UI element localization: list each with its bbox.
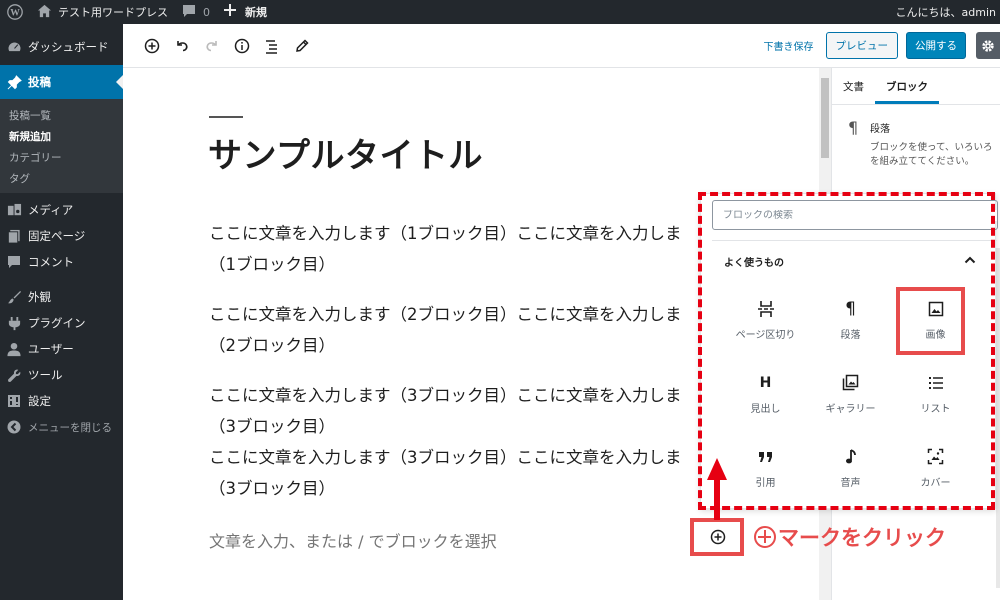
settings-icon [6, 393, 22, 409]
home-icon [37, 4, 53, 20]
menu-users-label: ユーザー [28, 342, 74, 356]
menu-posts[interactable]: 投稿 [0, 65, 123, 99]
inline-add-block-button[interactable] [708, 527, 728, 547]
menu-comments-label: コメント [28, 255, 74, 269]
block-description: ブロックを使って、いろいろ を組み立ててください。 [870, 142, 993, 167]
site-name-link[interactable]: テスト用ワードプレス [30, 0, 175, 24]
menu-media[interactable]: メディア [0, 197, 123, 223]
comments-icon [6, 254, 22, 270]
collapse-arrow-icon [6, 419, 22, 435]
wordpress-logo-icon[interactable]: W [0, 0, 30, 24]
save-draft-button[interactable]: 下書き保存 [764, 38, 814, 53]
paragraph-icon: ¶ [848, 118, 859, 137]
submenu-categories[interactable]: カテゴリー [0, 147, 123, 168]
menu-settings[interactable]: 設定 [0, 388, 123, 414]
menu-appearance-label: 外観 [28, 290, 51, 304]
comments-count: 0 [203, 5, 210, 19]
menu-comments[interactable]: コメント [0, 249, 123, 275]
add-block-icon[interactable] [139, 33, 165, 59]
paragraph-block[interactable]: ここに文章を入力します（3ブロック目）ここに文章を入力しま （3ブロック目） [209, 442, 682, 504]
sidebar-scrollbar[interactable] [996, 248, 1000, 588]
settings-gear-icon[interactable] [976, 32, 1000, 59]
preview-button[interactable]: プレビュー [825, 32, 898, 59]
block-card: ¶ 段落 ブロックを使って、いろいろ を組み立ててください。 [832, 105, 1000, 169]
paragraph-line: （1ブロック目） [209, 255, 335, 274]
block-name: 段落 [870, 124, 890, 135]
posts-submenu: 投稿一覧 新規追加 カテゴリー タグ [0, 99, 123, 193]
menu-plugins-label: プラグイン [28, 316, 86, 330]
svg-text:W: W [10, 8, 20, 19]
pages-icon [6, 228, 22, 244]
menu-pages[interactable]: 固定ページ [0, 223, 123, 249]
edit-pencil-icon[interactable] [289, 33, 315, 59]
new-content-link[interactable]: 新規 [217, 0, 274, 24]
paragraph-line: （3ブロック目） [209, 479, 335, 498]
admin-bar: W テスト用ワードプレス 0 新規 こんにちは、admin [0, 0, 1000, 24]
dashboard-icon [6, 39, 22, 55]
menu-plugins[interactable]: プラグイン [0, 310, 123, 336]
add-block-circle-icon [710, 529, 726, 545]
sidebar-tabs: 文書 ブロック [832, 68, 1000, 105]
wrench-icon [6, 367, 22, 383]
site-name: テスト用ワードプレス [58, 6, 168, 19]
circled-plus-icon [754, 526, 776, 548]
submenu-all-posts[interactable]: 投稿一覧 [0, 105, 123, 126]
undo-icon[interactable] [169, 33, 195, 59]
new-label: 新規 [245, 6, 267, 19]
menu-users[interactable]: ユーザー [0, 336, 123, 362]
plus-icon [224, 4, 240, 20]
paragraph-line: ここに文章を入力します（3ブロック目）ここに文章を入力しま [209, 386, 682, 405]
user-icon [6, 341, 22, 357]
pushpin-icon [6, 74, 22, 90]
menu-appearance[interactable]: 外観 [0, 284, 123, 310]
block-navigation-icon[interactable] [259, 33, 285, 59]
submenu-add-new[interactable]: 新規追加 [0, 126, 123, 147]
info-icon[interactable] [229, 33, 255, 59]
post-title[interactable]: サンプルタイトル [208, 128, 483, 177]
paragraph-line: ここに文章を入力します（2ブロック目）ここに文章を入力しま [209, 305, 682, 324]
menu-settings-label: 設定 [28, 394, 51, 408]
menu-dashboard[interactable]: ダッシュボード [0, 34, 123, 60]
scrollbar-thumb[interactable] [821, 78, 829, 158]
menu-posts-label: 投稿 [28, 75, 51, 89]
paragraph-block[interactable]: ここに文章を入力します（1ブロック目）ここに文章を入力しま （1ブロック目） [209, 218, 682, 280]
admin-sidebar: ダッシュボード 投稿 投稿一覧 新規追加 カテゴリー タグ メディア 固定ページ… [0, 24, 123, 600]
image-block-highlight-frame [896, 287, 965, 355]
submenu-tags[interactable]: タグ [0, 168, 123, 189]
callout-text: マークをクリック [778, 526, 946, 550]
menu-tools-label: ツール [28, 368, 63, 382]
redo-icon[interactable] [199, 33, 225, 59]
tab-document[interactable]: 文書 [832, 68, 875, 104]
title-separator [209, 116, 243, 118]
collapse-menu-label: メニューを閉じる [28, 421, 112, 434]
tab-block[interactable]: ブロック [875, 68, 939, 104]
paintbrush-icon [6, 289, 22, 305]
annotation-arrow-shaft [714, 478, 720, 520]
paragraph-line: ここに文章を入力します（3ブロック目）ここに文章を入力しま [209, 448, 682, 467]
media-icon [6, 202, 22, 218]
paragraph-block[interactable]: ここに文章を入力します（2ブロック目）ここに文章を入力しま （2ブロック目） [209, 299, 682, 361]
paragraph-block[interactable]: ここに文章を入力します（3ブロック目）ここに文章を入力しま （3ブロック目） [209, 380, 682, 442]
empty-block-placeholder[interactable]: 文章を入力、または / でブロックを選択 [209, 528, 497, 552]
menu-dashboard-label: ダッシュボード [28, 40, 109, 54]
publish-button[interactable]: 公開する [906, 32, 966, 59]
greeting: こんにちは、admin [895, 6, 996, 19]
menu-media-label: メディア [28, 203, 74, 217]
annotation-arrow-up-icon [707, 458, 727, 480]
editor-header-toolbar: 下書き保存 プレビュー 公開する [123, 24, 1000, 68]
comments-link[interactable]: 0 [175, 0, 217, 24]
paragraph-line: （2ブロック目） [209, 336, 335, 355]
annotation-callout: マークをクリック [754, 522, 946, 552]
collapse-menu-button[interactable]: メニューを閉じる [0, 414, 123, 440]
menu-tools[interactable]: ツール [0, 362, 123, 388]
comment-icon [182, 4, 198, 20]
greeting-link[interactable]: こんにちは、admin [889, 0, 1000, 24]
menu-pages-label: 固定ページ [28, 229, 86, 243]
paragraph-line: （3ブロック目） [209, 417, 335, 436]
paragraph-line: ここに文章を入力します（1ブロック目）ここに文章を入力しま [209, 224, 682, 243]
plugin-icon [6, 315, 22, 331]
